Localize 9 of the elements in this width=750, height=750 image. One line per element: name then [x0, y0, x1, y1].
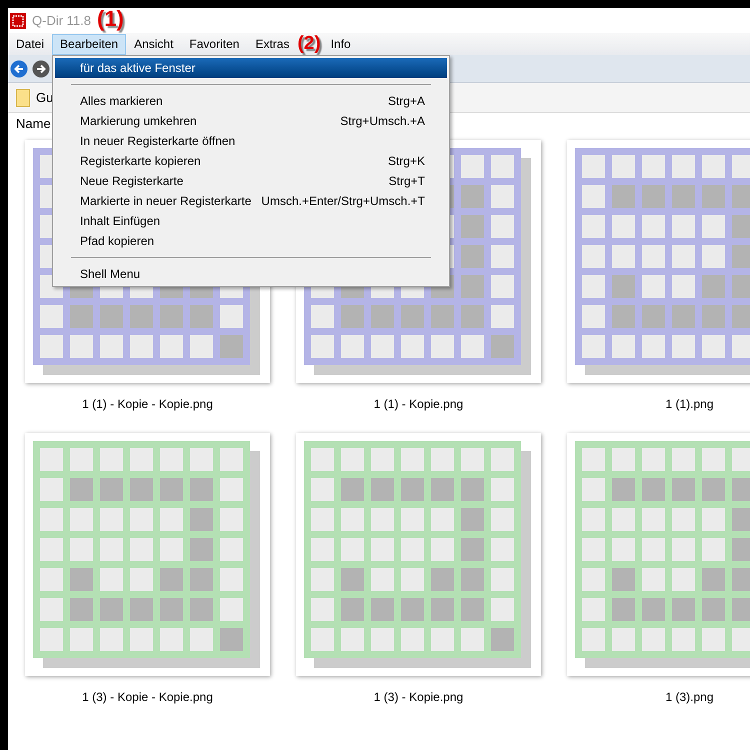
file-name: 1 (1) - Kopie.png	[372, 396, 464, 413]
file-name: 1 (1) - Kopie - Kopie.png	[81, 396, 214, 413]
file-name: 1 (3) - Kopie - Kopie.png	[81, 689, 214, 706]
file-name: 1 (1).png	[664, 396, 715, 413]
file-name: 1 (3).png	[664, 689, 715, 706]
annotation-number: (1)	[97, 8, 124, 31]
file-name: 1 (3) - Kopie.png	[372, 689, 464, 706]
annotation-number: (2)	[297, 33, 321, 54]
window-title: Q-Dir 11.8	[32, 12, 91, 30]
